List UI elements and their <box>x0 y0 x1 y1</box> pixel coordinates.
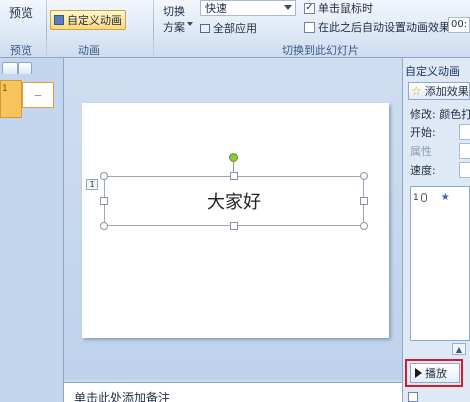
start-label: 开始: <box>410 126 436 139</box>
custom-animation-button[interactable]: 自定义动画 <box>50 10 126 30</box>
speed-select-value: 快速 <box>205 2 227 15</box>
preview-group-label: 预览 <box>10 44 32 57</box>
animation-list[interactable] <box>410 186 470 341</box>
resize-handle-top-left[interactable] <box>100 172 108 180</box>
property-label: 属性 <box>410 145 432 158</box>
custom-animation-label: 自定义动画 <box>67 14 122 27</box>
modify-label: 修改: 颜色打 <box>410 108 470 121</box>
title-textbox[interactable]: 大家好 <box>104 176 364 226</box>
apply-all-icon <box>200 23 210 33</box>
play-icon <box>415 368 422 378</box>
mouse-icon <box>420 193 427 202</box>
property-select[interactable] <box>459 143 470 159</box>
title-text: 大家好 <box>207 192 261 213</box>
start-select[interactable] <box>459 124 470 140</box>
notes-placeholder: 单击此处添加备注 <box>74 391 171 402</box>
check-icon: ✓ <box>304 2 315 14</box>
ribbon: 预览 预览 自定义动画 动画 切换 方案 快速 全部应用 ✓ 单击鼠标时 在此之… <box>0 0 470 58</box>
apply-all-label: 全部应用 <box>213 22 257 35</box>
slide-thumbnail-number: 1 <box>2 84 8 94</box>
resize-handle-left[interactable] <box>100 197 108 205</box>
resize-handle-top-right[interactable] <box>360 172 368 180</box>
notes-area[interactable]: 单击此处添加备注 <box>64 382 402 402</box>
ribbon-divider <box>46 0 47 56</box>
preview-button[interactable]: 预览 <box>9 4 33 21</box>
animation-group-label: 动画 <box>78 44 100 57</box>
add-effect-label: 添加效果 <box>424 85 469 98</box>
rotation-handle[interactable] <box>229 153 238 162</box>
slide-thumbnail[interactable]: — <box>22 82 54 108</box>
on-click-label: 单击鼠标时 <box>318 2 373 15</box>
star-icon: ☆ <box>411 84 422 98</box>
star-icon: ★ <box>440 192 450 203</box>
chevron-down-icon <box>187 22 193 26</box>
animation-item-number: 1 <box>413 192 419 203</box>
speed-select[interactable]: 快速 <box>200 0 296 16</box>
tab-outline[interactable] <box>18 62 32 74</box>
resize-handle-bottom-right[interactable] <box>360 222 368 230</box>
switch-scheme-button[interactable]: 切换 方案 <box>163 4 185 36</box>
switch-group-label: 切换到此幻灯片 <box>282 44 359 57</box>
apply-all-button[interactable]: 全部应用 <box>200 20 257 36</box>
play-label: 播放 <box>425 367 447 380</box>
ribbon-divider <box>153 0 154 56</box>
play-button[interactable]: 播放 <box>410 363 460 383</box>
speed-label: 速度: <box>410 164 436 177</box>
chevron-up-icon: ▲ <box>455 344 463 354</box>
chevron-down-icon <box>284 5 292 10</box>
auto-time-input[interactable]: 00: <box>448 17 470 33</box>
resize-handle-right[interactable] <box>360 197 368 205</box>
resize-handle-bottom-left[interactable] <box>100 222 108 230</box>
switch-scheme-label-2: 方案 <box>163 21 185 34</box>
autopreview-checkbox[interactable] <box>408 392 418 402</box>
checkbox-icon <box>304 21 315 33</box>
on-click-checkbox[interactable]: ✓ 单击鼠标时 <box>304 0 373 16</box>
resize-handle-bottom[interactable] <box>230 222 238 230</box>
animation-order-tag[interactable]: 1 <box>86 179 98 190</box>
scroll-up-button[interactable]: ▲ <box>452 343 466 355</box>
speed-field[interactable] <box>459 162 470 178</box>
auto-after-checkbox[interactable]: 在此之后自动设置动画效果: <box>304 19 454 35</box>
auto-after-label: 在此之后自动设置动画效果: <box>318 21 454 34</box>
slide-thumbnail-text: — <box>34 91 42 99</box>
switch-scheme-label-1: 切换 <box>163 5 185 18</box>
resize-handle-top[interactable] <box>230 172 238 180</box>
task-pane-title: 自定义动画 <box>405 65 460 78</box>
add-effect-button[interactable]: ☆ 添加效果 <box>408 82 470 100</box>
animation-list-item[interactable]: 1 ★ <box>413 190 470 205</box>
custom-animation-icon <box>54 15 64 25</box>
preview-button-label: 预览 <box>9 6 34 20</box>
tab-slides[interactable] <box>2 62 18 74</box>
